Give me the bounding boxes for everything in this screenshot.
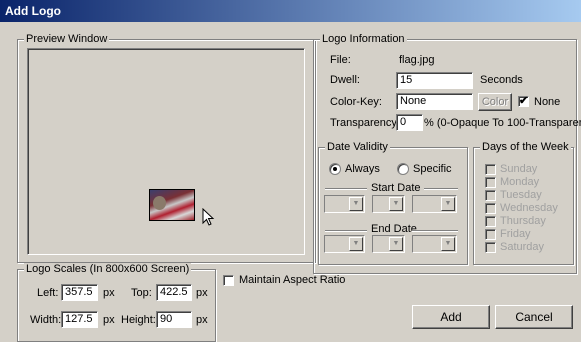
logo-info-legend: Logo Information — [320, 33, 407, 45]
dialog-body: Preview Window Logo Information File: fl… — [0, 22, 581, 342]
width-input[interactable]: 127.5 — [61, 311, 98, 328]
dwell-input[interactable]: 15 — [396, 72, 473, 89]
transparency-input[interactable]: 0 — [396, 114, 423, 131]
day-label-sunday: Sunday — [500, 163, 538, 175]
end-year-combo[interactable]: ▼ — [412, 235, 457, 253]
file-value: flag.jpg — [399, 54, 435, 66]
day-checkbox-saturday[interactable] — [485, 242, 496, 253]
cancel-button[interactable]: Cancel — [495, 305, 573, 329]
days-legend: Days of the Week — [480, 141, 571, 153]
end-month-combo[interactable]: ▼ — [372, 235, 405, 253]
chevron-down-icon: ▼ — [349, 237, 363, 251]
start-date-label: Start Date — [371, 182, 421, 194]
none-checkbox[interactable]: ✔ — [518, 95, 529, 107]
height-unit: px — [196, 314, 208, 326]
day-label-wednesday: Wednesday — [500, 202, 558, 214]
end-date-line-right — [412, 230, 458, 232]
logo-thumbnail[interactable] — [149, 189, 195, 221]
day-label-monday: Monday — [500, 176, 540, 188]
chevron-down-icon: ▼ — [389, 197, 403, 211]
height-label: Height: — [121, 314, 156, 326]
checkmark-icon: ✔ — [519, 95, 529, 107]
start-date-line-right — [424, 188, 458, 190]
eagle-graphic — [153, 196, 166, 210]
top-label: Top: — [131, 287, 152, 299]
day-checkbox-wednesday[interactable] — [485, 203, 496, 214]
specific-label: Specific — [413, 163, 452, 175]
window-title: Add Logo — [5, 4, 61, 18]
end-day-combo[interactable]: ▼ — [324, 235, 365, 253]
left-input[interactable]: 357.5 — [61, 284, 98, 301]
chevron-down-icon: ▼ — [389, 237, 403, 251]
always-radio[interactable] — [329, 163, 341, 175]
day-label-thursday: Thursday — [500, 215, 546, 227]
left-label: Left: — [37, 287, 59, 299]
file-label: File: — [330, 54, 351, 66]
start-day-combo[interactable]: ▼ — [324, 195, 365, 213]
always-label: Always — [345, 163, 380, 175]
chevron-down-icon: ▼ — [349, 197, 363, 211]
add-button[interactable]: Add — [412, 305, 490, 329]
aspect-ratio-label: Maintain Aspect Ratio — [239, 274, 346, 286]
chevron-down-icon: ▼ — [441, 237, 455, 251]
end-date-label: End Date — [371, 223, 417, 235]
none-label: None — [534, 96, 561, 108]
width-label: Width: — [30, 314, 62, 326]
date-validity-legend: Date Validity — [325, 141, 390, 153]
day-checkbox-tuesday[interactable] — [485, 190, 496, 201]
radio-dot-icon — [333, 167, 337, 171]
title-bar[interactable]: Add Logo — [0, 0, 581, 22]
start-month-combo[interactable]: ▼ — [372, 195, 405, 213]
day-checkbox-thursday[interactable] — [485, 216, 496, 227]
day-label-tuesday: Tuesday — [500, 189, 542, 201]
transparency-hint: % (0-Opaque To 100-Transparency) — [424, 117, 581, 129]
day-label-friday: Friday — [500, 228, 531, 240]
preview-canvas — [27, 48, 305, 255]
color-button[interactable]: Color — [478, 93, 512, 111]
mouse-cursor-icon — [202, 208, 215, 226]
logo-scales-legend: Logo Scales (In 800x600 Screen) — [24, 263, 192, 275]
left-unit: px — [103, 287, 115, 299]
dwell-label: Dwell: — [330, 74, 360, 86]
top-input[interactable]: 422.5 — [156, 284, 192, 301]
end-date-line-left — [325, 230, 367, 232]
transparency-label: Transparency: — [330, 117, 400, 129]
day-label-saturday: Saturday — [500, 241, 545, 253]
colorkey-input[interactable]: None — [396, 93, 473, 110]
logo-scales-group: Logo Scales (In 800x600 Screen) — [17, 263, 216, 342]
day-checkbox-sunday[interactable] — [485, 164, 496, 175]
day-checkbox-monday[interactable] — [485, 177, 496, 188]
day-checkbox-friday[interactable] — [485, 229, 496, 240]
height-input[interactable]: 90 — [156, 311, 192, 328]
chevron-down-icon: ▼ — [441, 197, 455, 211]
start-date-line-left — [325, 188, 367, 190]
aspect-ratio-checkbox[interactable] — [223, 275, 234, 286]
specific-radio[interactable] — [397, 163, 409, 175]
preview-legend: Preview Window — [24, 33, 110, 45]
top-unit: px — [196, 287, 208, 299]
dwell-unit: Seconds — [480, 74, 523, 86]
colorkey-label: Color-Key: — [330, 96, 382, 108]
width-unit: px — [103, 314, 115, 326]
start-year-combo[interactable]: ▼ — [412, 195, 457, 213]
